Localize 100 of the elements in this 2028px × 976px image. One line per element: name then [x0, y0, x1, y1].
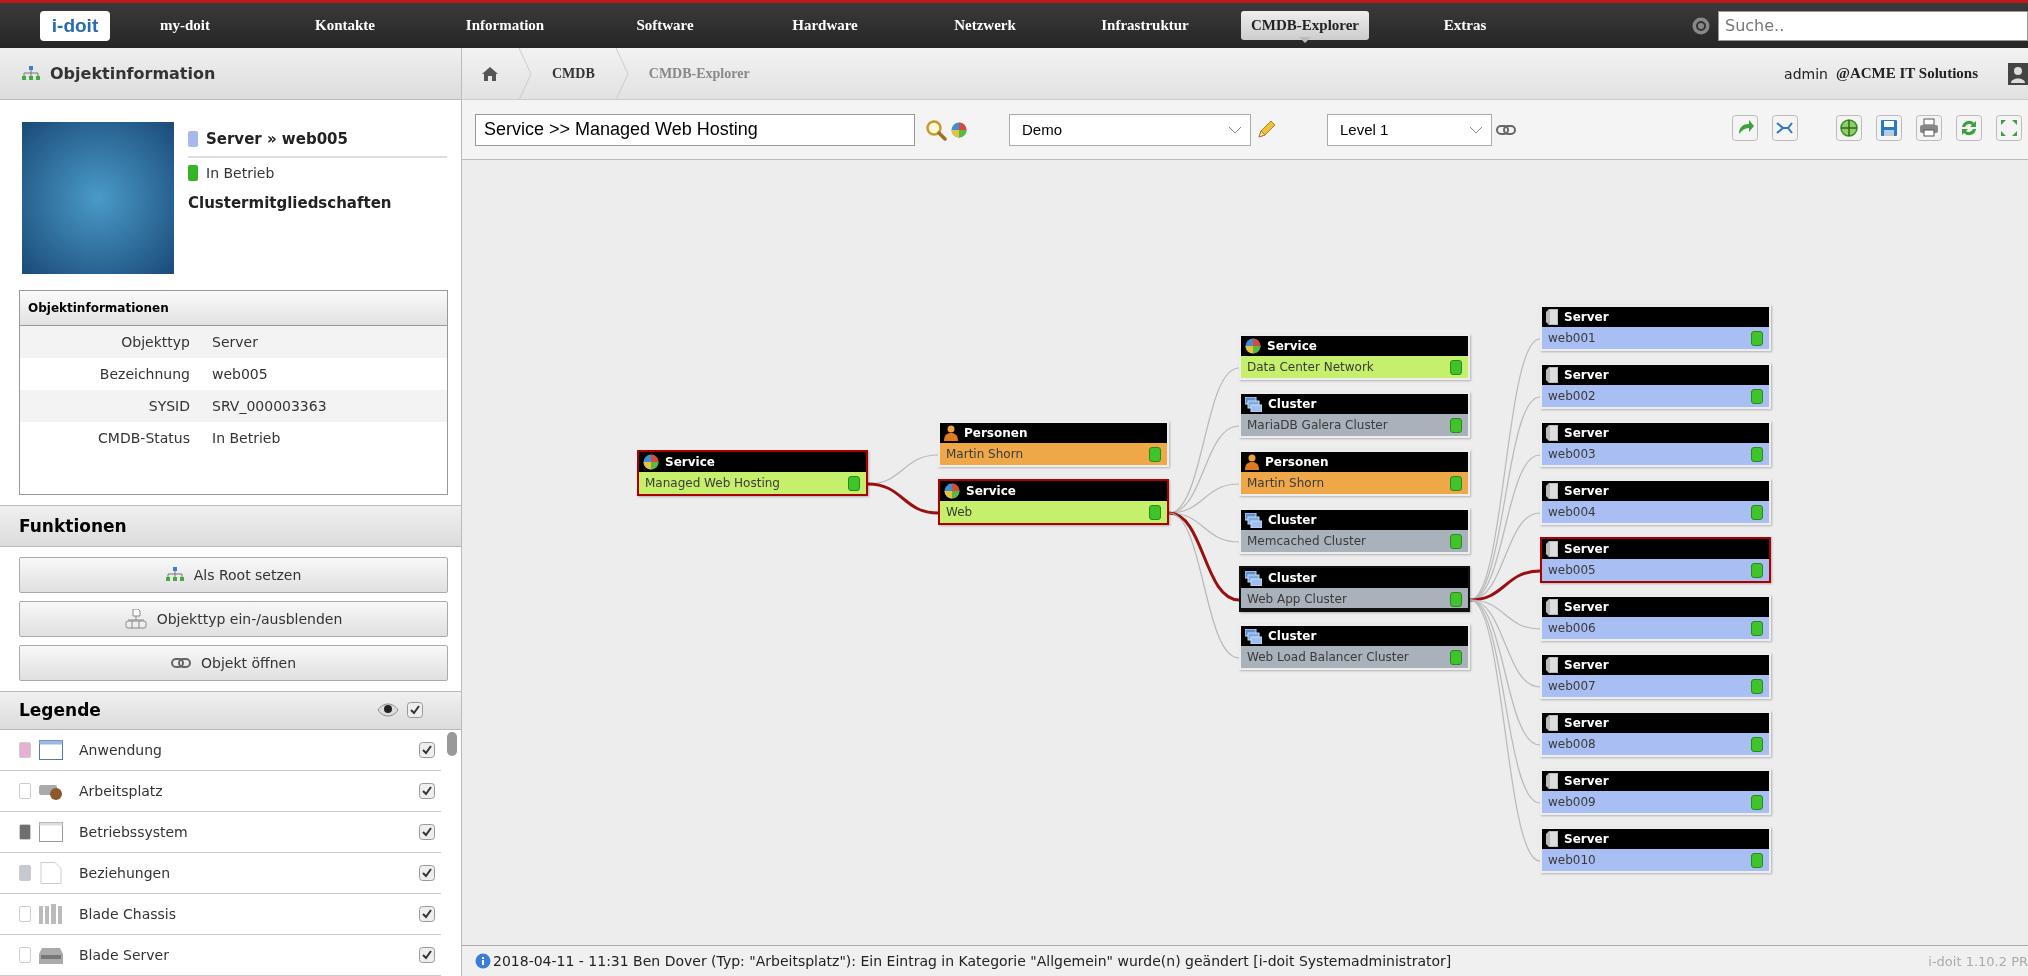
graph-node[interactable]: Server web004: [1540, 479, 1771, 525]
graph-node[interactable]: Cluster Memcached Cluster: [1239, 508, 1470, 554]
server-icon: [1546, 483, 1558, 499]
user-name: admin: [1784, 65, 1828, 82]
graph-node[interactable]: Server web005: [1540, 537, 1771, 583]
nav-tab[interactable]: Netzwerk: [944, 11, 1026, 40]
checkbox[interactable]: [419, 906, 435, 922]
node-type-label: Server: [1564, 426, 1609, 440]
status-indicator: [1751, 562, 1763, 578]
server-icon: [1546, 599, 1558, 615]
checkbox[interactable]: [419, 865, 435, 881]
hierarchy-icon: [22, 66, 40, 81]
status-indicator: [1751, 620, 1763, 636]
status-indicator: [1751, 794, 1763, 810]
graph-node[interactable]: Cluster Web App Cluster: [1239, 566, 1470, 612]
node-name: web001: [1548, 331, 1596, 345]
graph-node[interactable]: Server web006: [1540, 595, 1771, 641]
node-name: web010: [1548, 853, 1596, 867]
help-icon[interactable]: [1692, 16, 1710, 35]
scrollbar-thumb[interactable]: [447, 732, 457, 756]
nav-tab[interactable]: Software: [626, 11, 704, 40]
stacked-layers-icon: [1245, 512, 1262, 528]
logo[interactable]: i-doit: [40, 10, 110, 41]
graph-node[interactable]: Cluster MariaDB Galera Cluster: [1239, 392, 1470, 438]
object-field[interactable]: Service >> Managed Web Hosting: [475, 113, 915, 146]
search-field[interactable]: Suche..: [1718, 10, 2028, 41]
checkbox[interactable]: [419, 783, 435, 799]
breadcrumb-link[interactable]: CMDB: [552, 65, 595, 82]
graph-node[interactable]: Server web010: [1540, 827, 1771, 873]
version-label: i-doit 1.10.2 PR: [1928, 953, 2028, 969]
target-icon[interactable]: [1836, 114, 1862, 141]
graph-node[interactable]: Server web008: [1540, 711, 1771, 757]
status-indicator: [1450, 359, 1462, 375]
user-icon[interactable]: [2008, 62, 2028, 85]
link-icon: [171, 656, 191, 669]
node-name: Martin Shorn: [1247, 476, 1324, 490]
refresh-icon[interactable]: [1956, 114, 1982, 141]
status-indicator: [1751, 504, 1763, 520]
graph-node[interactable]: Service Managed Web Hosting: [637, 450, 868, 496]
level-select[interactable]: Level 1: [1327, 113, 1492, 146]
status-indicator: [1751, 678, 1763, 694]
nav-tab[interactable]: CMDB-Explorer: [1240, 11, 1369, 40]
node-name: Web Load Balancer Cluster: [1247, 650, 1409, 664]
nav-tab[interactable]: Infrastruktur: [1091, 11, 1199, 40]
graph-node[interactable]: Service Web: [938, 479, 1169, 525]
link-icon[interactable]: [1496, 123, 1516, 136]
node-type-label: Cluster: [1268, 629, 1317, 643]
pencil-icon[interactable]: [1255, 118, 1277, 141]
node-name: web009: [1548, 795, 1596, 809]
printer-icon[interactable]: [1916, 114, 1942, 141]
caret-icon[interactable]: [1469, 125, 1483, 134]
status-indicator: [1450, 533, 1462, 549]
field-label: Bezeichnung: [98, 366, 190, 382]
checkbox[interactable]: [419, 947, 435, 963]
graph-node[interactable]: Server web002: [1540, 363, 1771, 409]
graph-node[interactable]: Personen Martin Shorn: [938, 421, 1169, 467]
profile-select[interactable]: Demo: [1009, 113, 1251, 146]
legend-label: Beziehungen: [79, 865, 172, 881]
search-icon[interactable]: [925, 118, 947, 141]
checkbox[interactable]: [407, 702, 423, 719]
node-name: web006: [1548, 621, 1596, 635]
status-indicator: [1751, 852, 1763, 868]
stacked-layers-icon: [1245, 570, 1262, 586]
graph-node[interactable]: Server web007: [1540, 653, 1771, 699]
hierarchy-icon: [165, 567, 184, 582]
nav-tab[interactable]: my-doit: [150, 11, 220, 40]
graph-node[interactable]: Cluster Web Load Balancer Cluster: [1239, 624, 1470, 670]
legend-label: Blade Server: [79, 947, 170, 963]
graph-node[interactable]: Server web003: [1540, 421, 1771, 467]
action-button[interactable]: Als Root setzen: [19, 556, 448, 593]
action-button[interactable]: Objekttyp ein-/ausblenden: [19, 600, 448, 637]
object-status: In Betrieb: [206, 165, 275, 181]
nav-tab[interactable]: Hardware: [782, 11, 868, 40]
server-icon: [1546, 309, 1558, 325]
nav-tab[interactable]: Information: [455, 11, 555, 40]
expand-icon[interactable]: [1996, 114, 2022, 141]
save-icon[interactable]: [1876, 114, 1902, 141]
graph-node[interactable]: Server web009: [1540, 769, 1771, 815]
action-button[interactable]: Objekt öffnen: [19, 644, 448, 681]
eye-icon[interactable]: [377, 703, 399, 718]
server-icon: [39, 946, 63, 964]
pie-chart-icon: [643, 454, 659, 470]
server-icon: [1546, 773, 1558, 789]
graph-node[interactable]: Service Data Center Network: [1239, 334, 1470, 380]
nav-tab[interactable]: Kontakte: [305, 11, 385, 40]
checkbox[interactable]: [419, 742, 435, 758]
caret-icon[interactable]: [1228, 125, 1242, 134]
checkbox[interactable]: [419, 824, 435, 840]
home-icon[interactable]: [482, 66, 498, 81]
panel-title: Objektinformation: [50, 64, 216, 83]
type-color-icon: [188, 131, 198, 147]
server-icon: [1546, 715, 1558, 731]
branch-arrows-icon[interactable]: [1772, 114, 1798, 141]
nav-tab[interactable]: Extras: [1433, 11, 1497, 40]
node-name: Managed Web Hosting: [645, 476, 780, 490]
graph-node[interactable]: Server web001: [1540, 305, 1771, 351]
pie-chart-icon[interactable]: [951, 121, 967, 138]
graph-node[interactable]: Personen Martin Shorn: [1239, 450, 1470, 496]
node-type-label: Cluster: [1268, 397, 1317, 411]
node-type-label: Server: [1564, 368, 1609, 382]
